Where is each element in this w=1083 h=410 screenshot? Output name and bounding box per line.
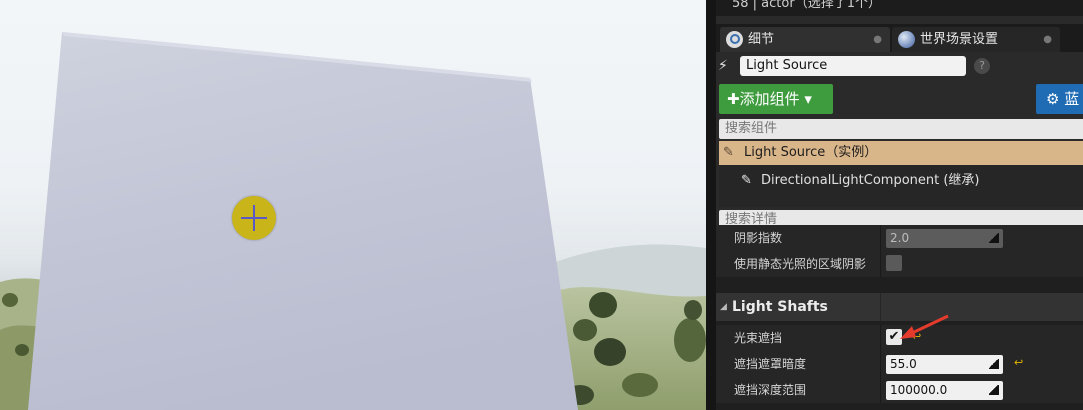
tab-close-icon[interactable]: ●: [873, 27, 882, 52]
drag-grip-icon[interactable]: [989, 233, 999, 243]
light-source-icon: ✎: [723, 145, 734, 160]
column-divider: [880, 325, 881, 351]
annotation-arrow-icon: [900, 314, 949, 339]
component-label: Light Source（实例）: [744, 145, 878, 160]
component-item-light-source[interactable]: ✎ Light Source（实例）: [719, 141, 1083, 165]
tab-world-settings[interactable]: 世界场景设置 ●: [892, 27, 1060, 52]
selection-title: 58 | actor（选择了1个）: [716, 0, 1083, 16]
component-item-directional-light[interactable]: ✎ DirectionalLightComponent (继承): [719, 169, 1083, 193]
field-value: 100000.0: [890, 383, 948, 397]
viewport-crosshair: [232, 196, 276, 240]
drag-grip-icon[interactable]: [989, 359, 999, 369]
actor-name-row: ⚡ Light Source ?: [716, 53, 1083, 79]
reset-to-default-icon[interactable]: ↩: [1014, 356, 1023, 369]
globe-icon: [898, 31, 915, 48]
column-divider: [880, 377, 881, 403]
add-component-button[interactable]: ✚添加组件 ▾: [719, 84, 833, 114]
actor-name-input[interactable]: Light Source: [740, 56, 966, 76]
occlusion-depth-range-field[interactable]: 100000.0: [886, 381, 1003, 400]
shadow-exponent-field[interactable]: 2.0: [886, 229, 1003, 248]
occlusion-mask-darkness-field[interactable]: 55.0: [886, 355, 1003, 374]
column-divider: [880, 225, 881, 251]
component-tree: ✎ Light Source（实例） ✎ DirectionalLightCom…: [719, 141, 1083, 207]
property-label: 使用静态光照的区域阴影: [734, 257, 867, 271]
property-label: 遮挡深度范围: [734, 383, 807, 397]
property-label: 光束遮挡: [734, 331, 783, 345]
component-search-input[interactable]: 搜索组件: [719, 119, 1083, 139]
magnifier-icon: [726, 31, 743, 48]
property-row-occlusion-mask-darkness: 遮挡遮罩暗度 55.0 ↩: [716, 351, 1083, 377]
tab-close-icon[interactable]: ●: [1043, 27, 1052, 52]
column-divider: [880, 251, 881, 277]
collapse-arrow-icon[interactable]: ◢: [720, 293, 727, 321]
panel-splitter[interactable]: [706, 0, 716, 410]
column-divider: [880, 351, 881, 377]
property-row-static-light-shadows: 使用静态光照的区域阴影: [716, 251, 1083, 277]
light-source-icon: ⚡: [718, 58, 728, 74]
level-viewport[interactable]: [0, 0, 706, 410]
tab-details[interactable]: 细节 ●: [720, 27, 890, 52]
field-value: 55.0: [890, 357, 917, 371]
drag-grip-icon[interactable]: [989, 385, 999, 395]
blueprint-button[interactable]: ⚙ 蓝: [1036, 84, 1083, 114]
property-label: 阴影指数: [734, 231, 783, 245]
column-divider: [880, 293, 881, 321]
help-icon[interactable]: ?: [974, 58, 990, 74]
property-row-shadow-exponent: 阴影指数 2.0: [716, 225, 1083, 251]
tab-details-label: 细节: [748, 32, 775, 47]
static-light-shadows-checkbox[interactable]: [886, 255, 902, 271]
property-row-occlusion-depth-range: 遮挡深度范围 100000.0: [716, 377, 1083, 403]
field-value: 2.0: [890, 231, 910, 245]
tab-world-settings-label: 世界场景设置: [920, 32, 999, 47]
category-label: Light Shafts: [732, 299, 828, 315]
viewport-scene: [0, 32, 706, 410]
property-label: 遮挡遮罩暗度: [734, 357, 807, 371]
component-label: DirectionalLightComponent (继承): [761, 173, 980, 188]
directional-light-icon: ✎: [741, 173, 752, 188]
panel-tab-bar: 细节 ● 世界场景设置 ●: [716, 24, 1083, 52]
